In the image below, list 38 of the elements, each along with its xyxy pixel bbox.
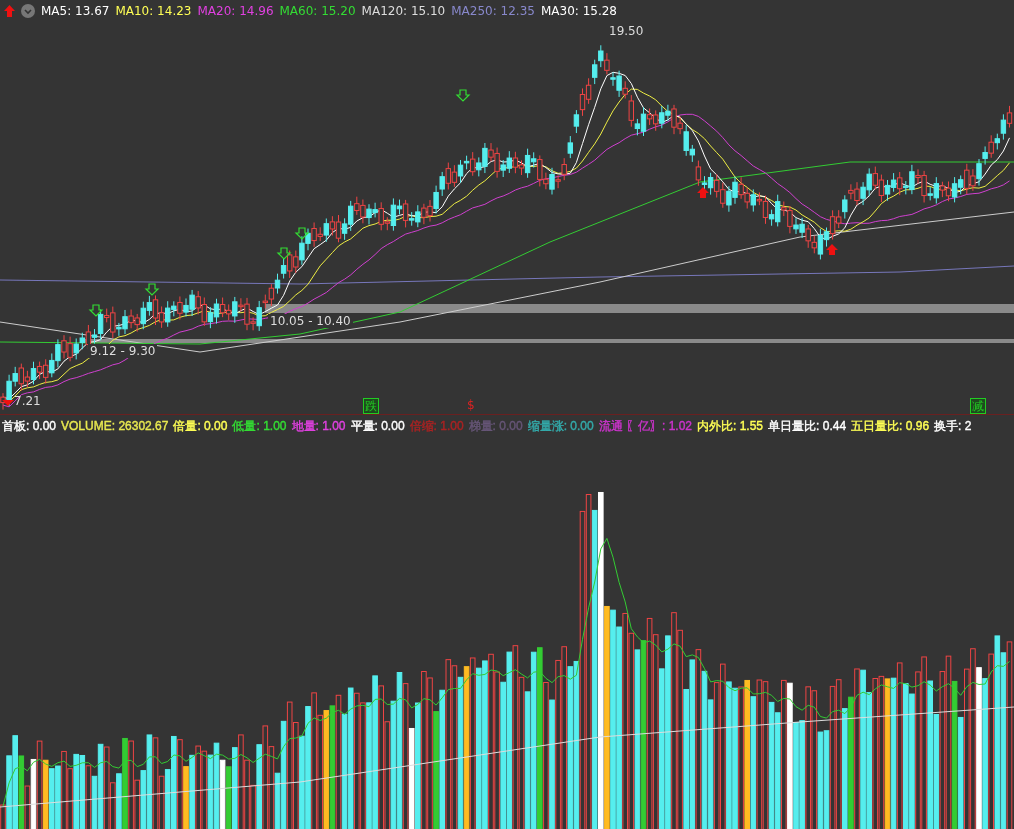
legend-item: 地量: 1.00	[291, 417, 346, 435]
signal-mark: $	[466, 398, 476, 412]
legend-item: 换手: 2	[934, 417, 972, 435]
legend-item: MA20: 14.96	[197, 4, 274, 18]
legend-item: 低量: 1.00	[232, 417, 287, 435]
legend-item: MA60: 15.20	[279, 4, 356, 18]
signal-mark: 跌	[363, 398, 379, 414]
down-arrow-icon	[2, 400, 14, 406]
signal-mark: 减	[970, 398, 986, 414]
legend-item: 梯量: 0.00	[468, 417, 523, 435]
legend-item: MA5: 13.67	[41, 4, 110, 18]
price-label: 10.05 - 10.40	[268, 314, 353, 328]
down-arrow-icon	[88, 304, 104, 317]
legend-item: 内外比: 1.55	[697, 417, 764, 435]
legend-item: MA30: 15.28	[540, 4, 617, 18]
down-arrow-icon	[276, 247, 292, 260]
up-arrow-icon	[826, 244, 838, 255]
legend-item: 单日量比: 0.44	[768, 417, 847, 435]
legend-item: 倍量: 0.00	[173, 417, 228, 435]
price-label: 7.21	[14, 394, 41, 408]
price-label: 19.50	[609, 24, 644, 38]
chevron-down-icon[interactable]	[21, 4, 35, 18]
price-label: 9.12 - 9.30	[88, 344, 158, 358]
legend-item: 流通 〖亿〗: 1.02	[598, 417, 692, 435]
legend-item: VOLUME: 26302.67	[61, 419, 169, 433]
legend-item: MA10: 14.23	[115, 4, 192, 18]
down-arrow-icon	[455, 89, 471, 102]
down-arrow-icon	[144, 283, 160, 296]
legend-item: MA120: 15.10	[361, 4, 446, 18]
legend-item: 平量: 0.00	[350, 417, 405, 435]
up-arrow-icon	[697, 187, 709, 198]
up-arrow-icon[interactable]	[4, 5, 15, 17]
legend-item: 五日量比: 0.96	[851, 417, 930, 435]
legend-item: MA250: 12.35	[451, 4, 535, 18]
legend-item: 倍缩: 1.00	[409, 417, 464, 435]
legend-item: 首板: 0.00	[2, 417, 57, 435]
down-arrow-icon	[294, 227, 310, 240]
legend-item: 缩量涨: 0.00	[527, 417, 594, 435]
